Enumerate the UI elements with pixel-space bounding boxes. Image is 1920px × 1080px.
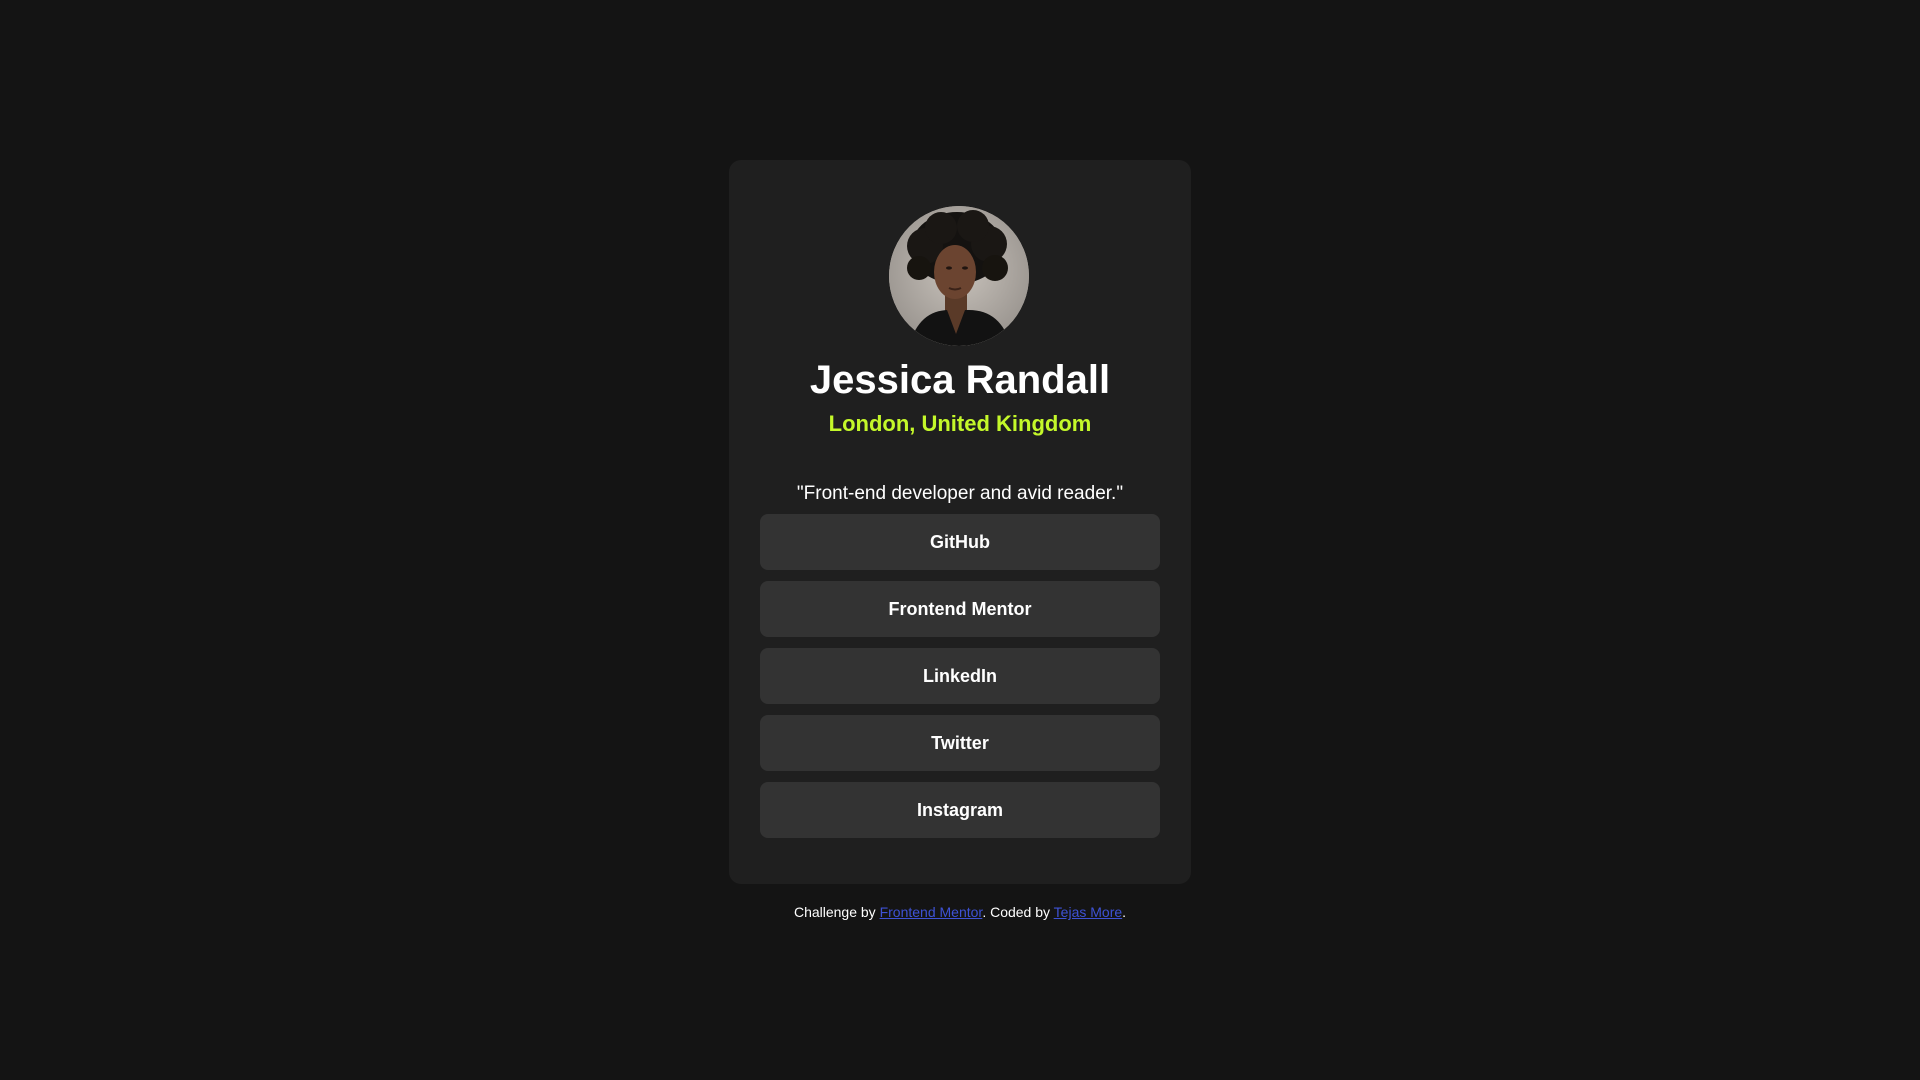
person-portrait-icon xyxy=(889,206,1029,346)
avatar xyxy=(889,206,1029,346)
linkedin-link-button[interactable]: LinkedIn xyxy=(760,648,1160,704)
instagram-link-button[interactable]: Instagram xyxy=(760,782,1160,838)
attribution-suffix: . xyxy=(1122,904,1127,920)
profile-card: Jessica Randall London, United Kingdom "… xyxy=(729,160,1191,884)
twitter-link-button[interactable]: Twitter xyxy=(760,715,1160,771)
attribution: Challenge by Frontend Mentor. Coded by T… xyxy=(0,903,1920,921)
profile-location: London, United Kingdom xyxy=(828,411,1092,436)
profile-name: Jessica Randall xyxy=(809,358,1111,402)
frontend-mentor-link-button[interactable]: Frontend Mentor xyxy=(760,581,1160,637)
attribution-middle: . Coded by xyxy=(982,904,1054,920)
challenge-link[interactable]: Frontend Mentor xyxy=(880,904,983,920)
github-link-button[interactable]: GitHub xyxy=(760,514,1160,570)
attribution-prefix: Challenge by xyxy=(793,904,880,920)
page: Jessica Randall London, United Kingdom "… xyxy=(0,0,1920,1080)
author-link[interactable]: Tejas More xyxy=(1054,904,1122,920)
social-links: GitHub Frontend Mentor LinkedIn Twitter … xyxy=(760,514,1160,849)
profile-bio: "Front-end developer and avid reader." xyxy=(796,483,1124,504)
